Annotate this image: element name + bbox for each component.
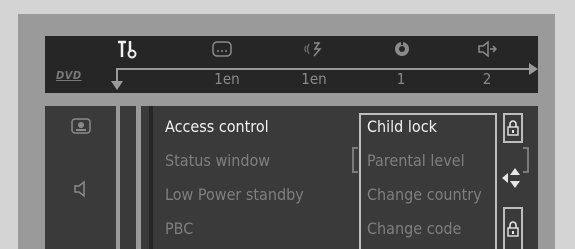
up-down-arrows-icon[interactable]: [498, 164, 524, 192]
zoom-icon[interactable]: [473, 38, 501, 60]
menu-item-access-control[interactable]: Access control: [165, 117, 269, 136]
menu-divider: [149, 106, 153, 249]
submenu-item-parental-level[interactable]: Parental level: [367, 151, 465, 170]
profile-icon[interactable]: [70, 118, 92, 134]
audio-value: 1en: [301, 70, 327, 88]
submenu-bracket-left: [352, 147, 358, 173]
osd-screen: DVD 1en 1en 1 2 Access control Status wi…: [0, 0, 575, 249]
submenu-item-child-lock[interactable]: Child lock: [367, 117, 437, 136]
menu-item-status-window[interactable]: Status window: [165, 151, 270, 170]
menu-item-low-power-standby[interactable]: Low Power standby: [165, 185, 304, 204]
subtitle-icon[interactable]: [208, 38, 236, 60]
audio-icon[interactable]: [300, 38, 328, 60]
subtitle-value: 1en: [214, 70, 240, 88]
lock-icon-bottom[interactable]: [503, 207, 523, 249]
angle-icon[interactable]: [388, 38, 416, 60]
separator-strip: [120, 106, 136, 249]
speaker-icon[interactable]: [72, 180, 90, 198]
top-icon-row: [45, 36, 538, 62]
submenu-item-change-country[interactable]: Change country: [367, 185, 482, 204]
settings-icon[interactable]: [113, 38, 141, 60]
top-value-row: 1en 1en 1 2: [45, 66, 538, 92]
menu-item-pbc[interactable]: PBC: [165, 219, 193, 238]
lock-icon[interactable]: [503, 113, 523, 143]
angle-value: 1: [396, 70, 406, 88]
zoom-value: 2: [482, 70, 492, 88]
submenu-item-change-code[interactable]: Change code: [367, 219, 461, 238]
